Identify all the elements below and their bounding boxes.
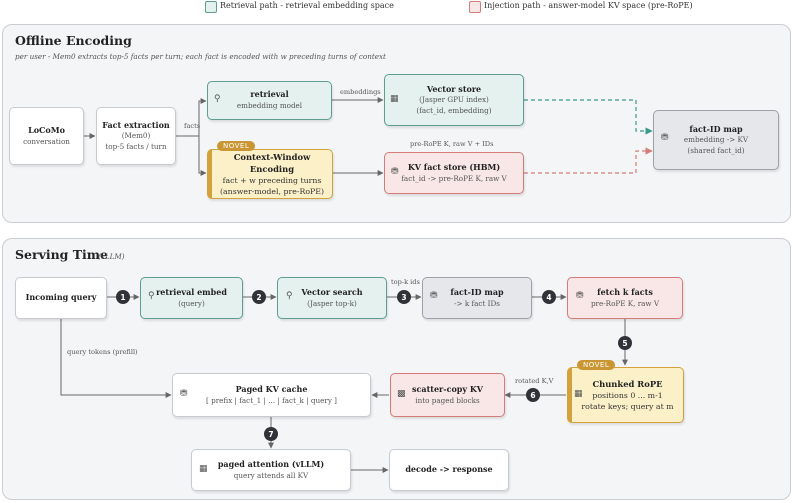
- fact-extraction-node[interactable]: Fact extraction (Mem0) top-5 facts / tur…: [96, 107, 176, 165]
- edge-label-embeddings: embeddings: [340, 88, 381, 96]
- edge-label-facts: facts: [184, 122, 201, 130]
- fact-extraction-title: Fact extraction: [102, 119, 170, 130]
- vector-store-title: Vector store: [426, 83, 482, 94]
- chunked-rope-novel-badge: NOVEL: [577, 360, 616, 370]
- chunked-rope-sub1: positions 0 ... m-1: [592, 390, 663, 400]
- step-badge-1: 1: [116, 290, 130, 304]
- chunked-rope-title: Chunked RoPE: [592, 378, 663, 389]
- cwe-sub1: fact + w preceding turns: [222, 175, 322, 185]
- edge-vector-store-to-factid-map: [524, 99, 653, 135]
- search-icon: ⚲: [148, 291, 155, 301]
- chunked-rope-node[interactable]: Chunked RoPE positions 0 ... m-1 rotate …: [567, 367, 684, 423]
- serving-factid-map-title: fact-ID map: [450, 286, 504, 297]
- edge-kv-store-to-factid-map: [524, 147, 653, 174]
- gpu-icon: ▦: [199, 464, 208, 474]
- scatter-copy-sub: into paged blocks: [415, 395, 480, 405]
- serving-factid-map-sub: -> k fact IDs: [454, 298, 500, 308]
- serving-factid-map-node[interactable]: fact-ID map -> k fact IDs: [422, 277, 532, 319]
- vector-search-sub: (Jasper top-k): [307, 298, 357, 308]
- database-icon: ⛃: [391, 167, 399, 177]
- step-badge-5: 5: [618, 336, 632, 350]
- step-badge-6: 6: [526, 388, 540, 402]
- vector-store-node[interactable]: Vector store (Jasper GPU index) (fact_id…: [384, 74, 524, 126]
- incoming-query-node[interactable]: Incoming query: [15, 277, 107, 319]
- step-badge-3: 3: [397, 290, 411, 304]
- gpu-icon: ▦: [574, 389, 583, 399]
- cwe-sub2: (answer-model, pre-RoPE): [219, 187, 325, 197]
- step-badge-2: 2: [252, 290, 266, 304]
- locomo-node[interactable]: LoCoMo conversation: [9, 107, 84, 165]
- chip-icon: ▩: [397, 389, 406, 399]
- kv-store-title: KV fact store (HBM): [407, 161, 501, 172]
- scatter-copy-node[interactable]: scatter-copy KV into paged blocks: [390, 373, 505, 417]
- factid-map-sub1: embedding -> KV: [683, 135, 749, 145]
- cwe-title: Context-Window Encoding: [233, 151, 311, 174]
- paged-kv-cache-title: Paged KV cache: [235, 383, 308, 394]
- chunked-rope-sub2: rotate keys; query at m: [581, 402, 674, 412]
- fetch-facts-title: fetch k facts: [597, 286, 653, 297]
- retrieval-sub: embedding model: [236, 101, 303, 111]
- edge-label-topk: top-k ids: [391, 278, 420, 286]
- vector-store-sub1: (Jasper GPU index): [419, 95, 489, 105]
- kv-store-node[interactable]: KV fact store (HBM) fact_id -> pre-RoPE …: [384, 152, 524, 194]
- step-badge-4: 4: [542, 290, 556, 304]
- decode-node[interactable]: decode -> response: [389, 449, 509, 491]
- retrieval-embed-title: retrieval embed: [156, 286, 227, 297]
- database-icon: ⛃: [576, 291, 584, 301]
- paged-attention-node[interactable]: paged attention (vLLM) query attends all…: [191, 449, 351, 491]
- fact-extraction-sub1: (Mem0): [121, 131, 151, 141]
- edge-label-query-tokens: query tokens (prefill): [67, 348, 138, 356]
- locomo-sub: conversation: [23, 136, 70, 146]
- paged-kv-cache-node[interactable]: Paged KV cache [ prefix | fact_1 | ... |…: [172, 373, 371, 417]
- search-icon: ⚲: [286, 291, 293, 301]
- edge-facts-to-cwe: [198, 136, 207, 176]
- vector-search-node[interactable]: Vector search (Jasper top-k): [277, 277, 387, 319]
- fetch-facts-sub: pre-RoPE K, raw V: [590, 298, 660, 308]
- factid-map-sub2: (shared fact_id): [687, 145, 745, 155]
- vector-store-sub2: (fact_id, embedding): [416, 105, 492, 115]
- edge-label-prerope: pre-RoPE K, raw V + IDs: [410, 140, 494, 148]
- search-icon: ⚲: [214, 94, 221, 104]
- decode-title: decode -> response: [405, 464, 493, 475]
- paged-attention-title: paged attention (vLLM): [217, 458, 325, 469]
- retrieval-embed-sub: (query): [178, 298, 205, 308]
- paged-attention-sub: query attends all KV: [233, 470, 309, 480]
- fetch-facts-node[interactable]: fetch k facts pre-RoPE K, raw V: [567, 277, 683, 319]
- vector-search-title: Vector search: [301, 286, 363, 297]
- retrieval-node[interactable]: retrieval embedding model: [207, 81, 332, 120]
- factid-map-title: fact-ID map: [689, 123, 743, 134]
- incoming-query-title: Incoming query: [25, 292, 97, 303]
- gpu-icon: ▦: [390, 94, 399, 104]
- fact-extraction-sub2: top-5 facts / turn: [105, 141, 167, 151]
- database-icon: ⛃: [661, 133, 669, 143]
- edge-incoming-to-paged-kv: [60, 319, 172, 398]
- database-icon: ⛃: [180, 389, 188, 399]
- paged-kv-cache-sub: [ prefix | fact_1 | ... | fact_k | query…: [206, 395, 337, 405]
- factid-map-node[interactable]: fact-ID map embedding -> KV (shared fact…: [653, 110, 779, 170]
- edge-label-rotated: rotated K,V: [515, 377, 554, 385]
- kv-store-sub: fact_id -> pre-RoPE K, raw V: [401, 173, 507, 183]
- edge-facts-to-retrieval: [176, 98, 207, 137]
- retrieval-title: retrieval: [250, 89, 289, 100]
- retrieval-embed-node[interactable]: retrieval embed (query): [140, 277, 243, 319]
- locomo-title: LoCoMo: [28, 124, 65, 135]
- scatter-copy-title: scatter-copy KV: [412, 383, 483, 394]
- step-badge-7: 7: [264, 427, 278, 441]
- cwe-node[interactable]: Context-Window Encoding fact + w precedi…: [207, 149, 333, 199]
- cwe-novel-badge: NOVEL: [217, 141, 256, 151]
- database-icon: ⛃: [430, 291, 438, 301]
